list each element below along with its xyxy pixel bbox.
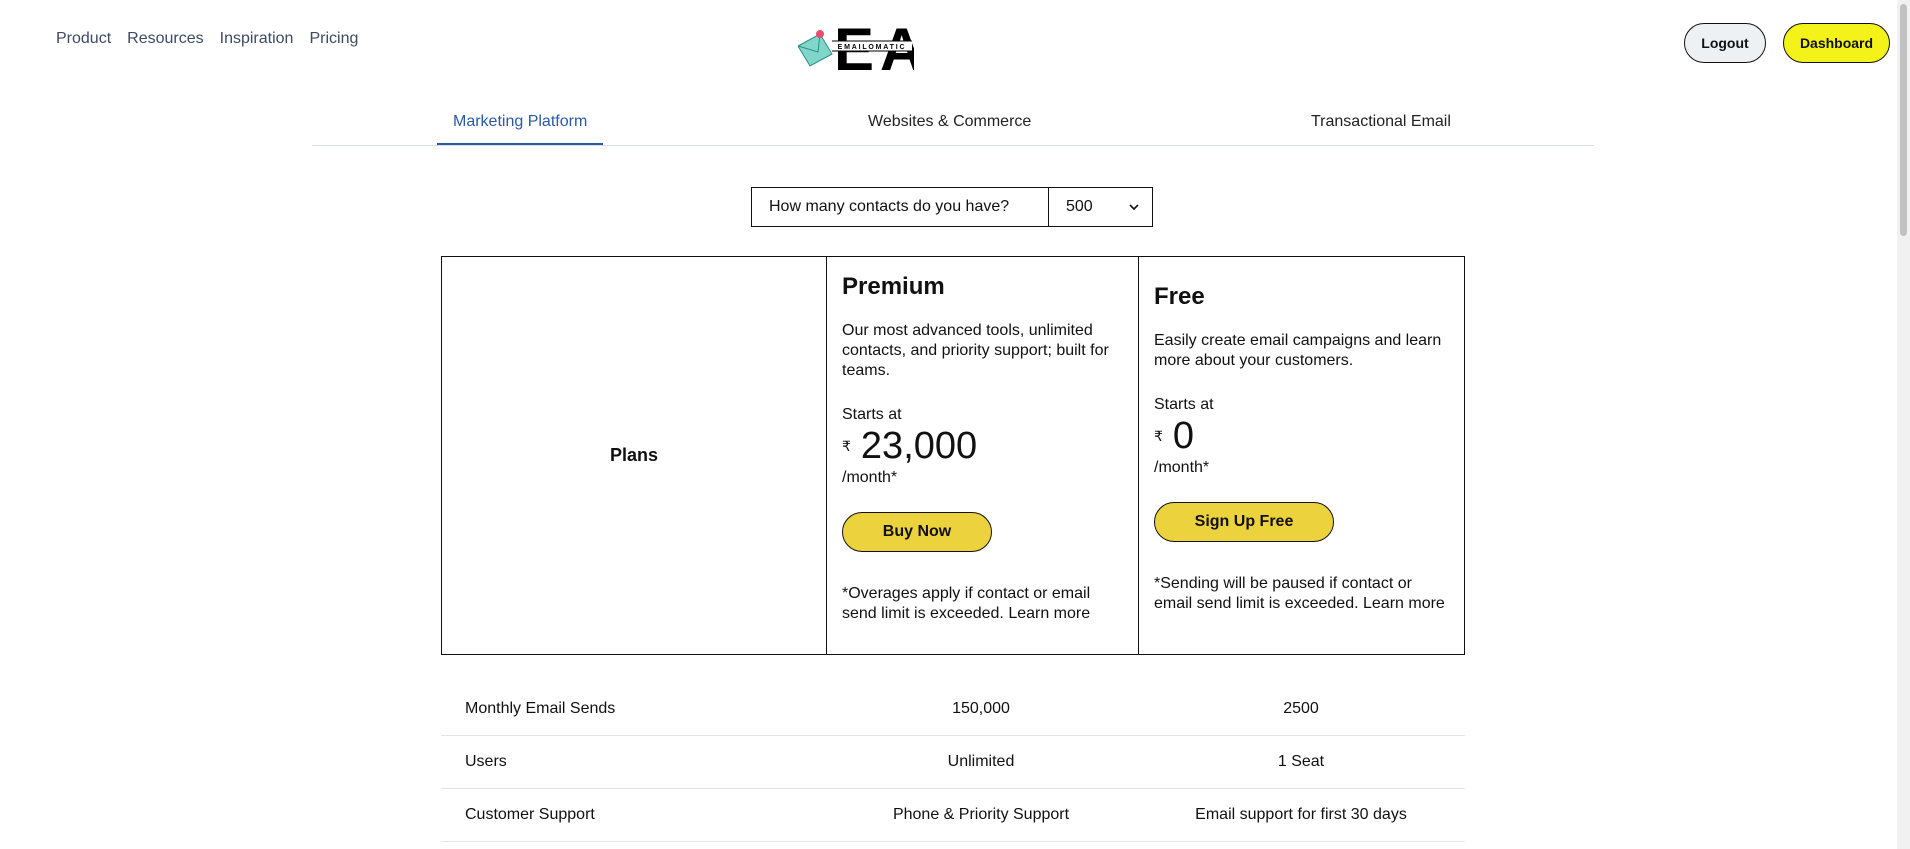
currency-symbol: ₹ — [1154, 428, 1163, 444]
buy-now-button[interactable]: Buy Now — [842, 512, 992, 552]
free-title: Free — [1154, 283, 1205, 310]
emailomatic-logo[interactable]: EA EMAILOMATIC — [797, 14, 923, 83]
logo-graphic: EA EMAILOMATIC — [797, 16, 923, 83]
feature-row: Users Unlimited 1 Seat — [441, 735, 1465, 789]
contacts-selector: How many contacts do you have? 500 — [751, 187, 1153, 227]
nav-pricing[interactable]: Pricing — [309, 30, 358, 48]
top-nav: Product Resources Inspiration Pricing — [56, 30, 358, 48]
contacts-dropdown[interactable]: 500 — [1049, 188, 1152, 226]
feature-name: Monthly Email Sends — [465, 700, 616, 717]
free-description: Easily create email campaigns and learn … — [1154, 332, 1442, 369]
column-divider — [826, 257, 827, 654]
free-learn-more-link[interactable]: Learn more — [1363, 595, 1445, 612]
free-period: /month* — [1154, 459, 1210, 476]
tab-transactional-email[interactable]: Transactional Email — [1311, 113, 1451, 131]
feature-row: Monthly Email Sends 150,000 2500 — [441, 682, 1465, 736]
nav-resources[interactable]: Resources — [127, 30, 203, 48]
nav-inspiration[interactable]: Inspiration — [220, 30, 294, 48]
feature-row: Customer Support Phone & Priority Suppor… — [441, 788, 1465, 842]
premium-plan: Premium Our most advanced tools, unlimit… — [842, 257, 1124, 624]
free-amount: 0 — [1172, 415, 1195, 457]
feature-free-value: Email support for first 30 days — [1195, 806, 1407, 823]
free-plan: Free Easily create email campaigns and l… — [1154, 257, 1454, 614]
contacts-selected-value: 500 — [1066, 198, 1093, 215]
premium-period: /month* — [842, 469, 898, 486]
premium-price: ₹ 23,000 — [842, 425, 1124, 468]
dashboard-button[interactable]: Dashboard — [1783, 23, 1890, 63]
scrollbar-thumb[interactable] — [1900, 4, 1907, 236]
premium-starts-at: Starts at — [842, 406, 902, 423]
feature-name: Customer Support — [465, 806, 595, 823]
chevron-down-icon — [1129, 204, 1139, 211]
column-divider — [1138, 257, 1139, 654]
sign-up-free-button[interactable]: Sign Up Free — [1154, 502, 1334, 542]
feature-free-value: 1 Seat — [1277, 753, 1325, 770]
currency-symbol: ₹ — [842, 438, 851, 454]
feature-premium-value: Unlimited — [947, 753, 1015, 770]
plans-table: Plans Premium Our most advanced tools, u… — [441, 256, 1465, 655]
page-scrollbar[interactable] — [1897, 0, 1910, 849]
premium-title: Premium — [842, 273, 945, 300]
free-price: ₹ 0 — [1154, 415, 1454, 458]
product-tabs: Marketing Platform Websites & Commerce T… — [312, 105, 1594, 146]
premium-description: Our most advanced tools, unlimited conta… — [842, 322, 1109, 379]
plans-label: Plans — [609, 445, 659, 465]
nav-product[interactable]: Product — [56, 30, 111, 48]
active-tab-indicator — [437, 143, 603, 145]
free-note: *Sending will be paused if contact or em… — [1154, 574, 1454, 614]
premium-amount: 23,000 — [860, 425, 978, 467]
envelope-icon — [797, 30, 833, 67]
feature-name: Users — [465, 753, 507, 770]
premium-learn-more-link[interactable]: Learn more — [1008, 605, 1090, 622]
feature-premium-value: 150,000 — [952, 700, 1010, 717]
feature-premium-value: Phone & Priority Support — [892, 806, 1070, 823]
tab-marketing-platform[interactable]: Marketing Platform — [453, 113, 587, 131]
free-starts-at: Starts at — [1154, 396, 1214, 413]
premium-note: *Overages apply if contact or email send… — [842, 584, 1124, 624]
tab-websites-commerce[interactable]: Websites & Commerce — [868, 113, 1031, 131]
feature-free-value: 2500 — [1283, 700, 1319, 717]
contacts-question: How many contacts do you have? — [752, 188, 1049, 226]
logout-button[interactable]: Logout — [1684, 23, 1766, 63]
svg-text:EMAILOMATIC: EMAILOMATIC — [838, 44, 907, 51]
